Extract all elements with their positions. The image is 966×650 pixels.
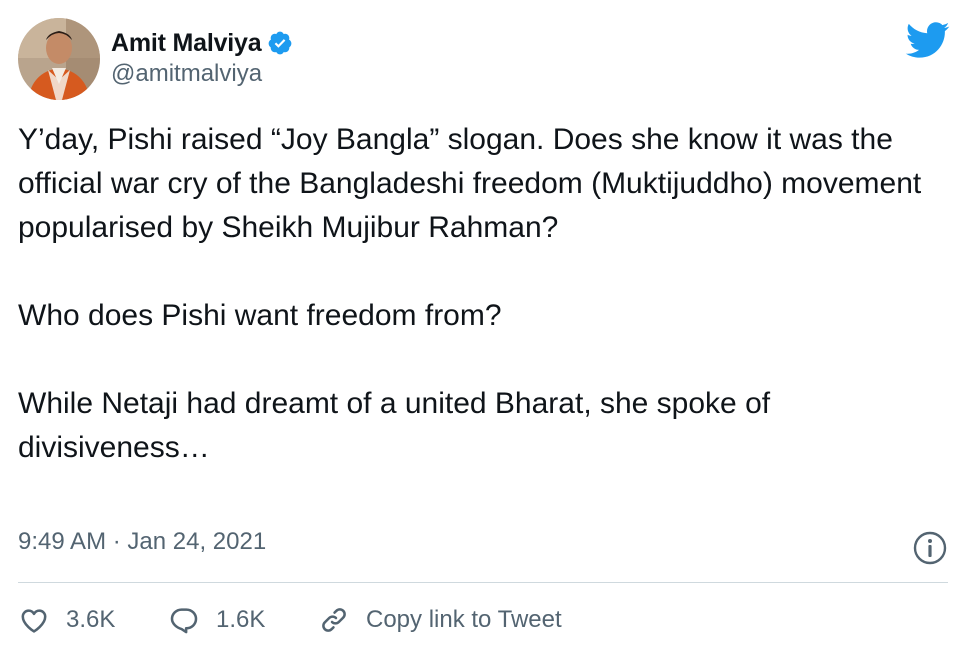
reply-count: 1.6K <box>216 606 266 633</box>
tweet-paragraph: Who does Pishi want freedom from? <box>18 299 502 332</box>
copy-link-label: Copy link to Tweet <box>366 606 562 633</box>
avatar-image <box>18 18 100 100</box>
tweet-timestamp[interactable]: 9:49 AM · Jan 24, 2021 <box>18 528 266 556</box>
tweet-card: Amit Malviya @amitmalviya Y’day, Pishi r… <box>0 0 966 650</box>
info-icon[interactable] <box>912 530 948 566</box>
tweet-actions: 3.6K 1.6K Copy link to Tweet <box>18 598 562 642</box>
divider <box>18 582 948 583</box>
tweet-paragraph: Y’day, Pishi raised “Joy Bangla” slogan.… <box>18 123 930 244</box>
author-display-name[interactable]: Amit Malviya <box>111 29 262 58</box>
link-icon <box>322 608 346 632</box>
reply-button[interactable]: 1.6K <box>168 604 318 636</box>
like-count: 3.6K <box>66 606 116 633</box>
author-handle[interactable]: @amitmalviya <box>111 60 262 88</box>
twitter-bird-icon[interactable] <box>904 20 950 60</box>
reply-bubble-icon <box>170 608 198 634</box>
copy-link-button[interactable]: Copy link to Tweet <box>318 604 562 636</box>
avatar[interactable] <box>18 18 100 100</box>
author-name-row: Amit Malviya <box>111 26 293 60</box>
verified-badge-icon <box>267 30 293 56</box>
tweet-text: Y’day, Pishi raised “Joy Bangla” slogan.… <box>18 118 948 470</box>
tweet-paragraph: While Netaji had dreamt of a united Bhar… <box>18 387 779 464</box>
like-button[interactable]: 3.6K <box>18 604 168 636</box>
heart-icon <box>21 609 47 633</box>
